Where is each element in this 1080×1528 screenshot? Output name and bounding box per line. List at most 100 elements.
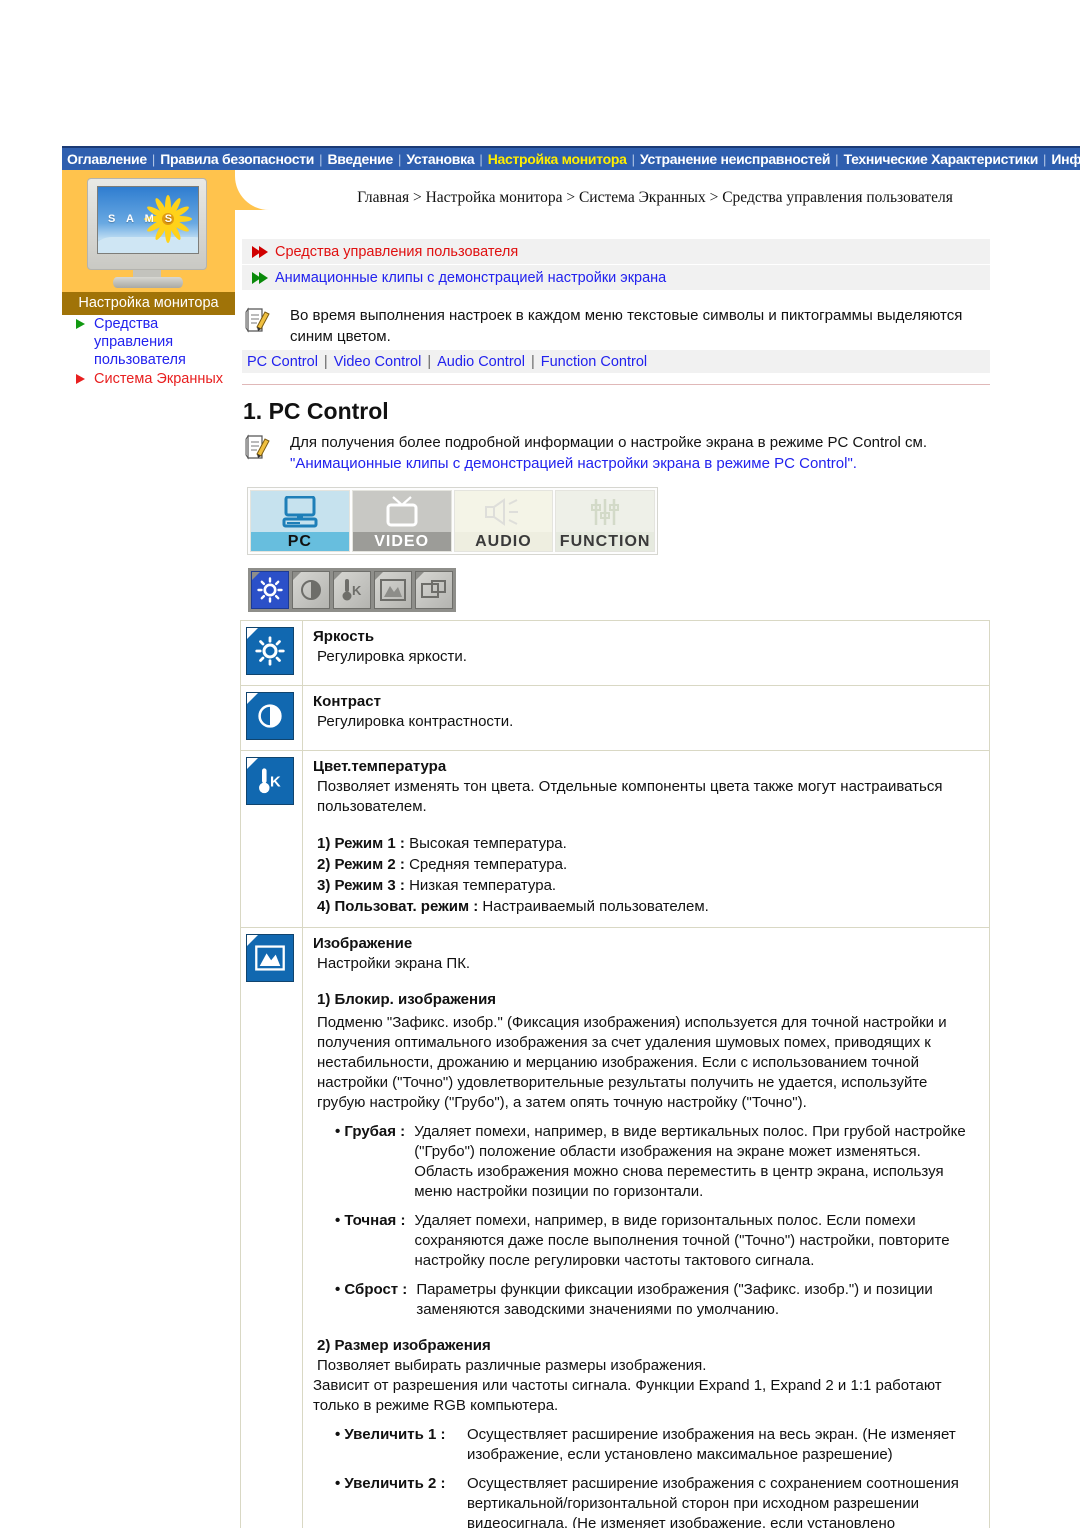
osd-icon-strip[interactable]: K bbox=[248, 568, 456, 612]
color-temp-icon: K bbox=[246, 757, 294, 805]
note-pencil-icon bbox=[244, 434, 270, 462]
nav-separator: | bbox=[397, 151, 402, 167]
row-description: Регулировка яркости. bbox=[317, 648, 467, 665]
top-navigation-bar[interactable]: Оглавление | Правила безопасности | Введ… bbox=[62, 146, 1080, 170]
note-pencil-icon bbox=[244, 307, 270, 335]
sub-section-1-title: 1) Блокир. изображения bbox=[317, 991, 497, 1008]
note-blue-highlight: Во время выполнения настроек в каждом ме… bbox=[244, 305, 992, 347]
bullet-key: • Увеличить 2 : bbox=[335, 1475, 446, 1492]
mode-line-1: 1) Режим 1 : Высокая температура. bbox=[313, 833, 977, 854]
table-row-brightness: Яркость Регулировка яркости. bbox=[241, 621, 989, 686]
nav-separator: | bbox=[151, 151, 156, 167]
nav-item-safety[interactable]: Правила безопасности bbox=[155, 148, 319, 170]
speaker-icon bbox=[455, 491, 553, 532]
nav-item-specifications[interactable]: Технические Характеристики bbox=[839, 148, 1043, 170]
row-text-cell: Контраст Регулировка контрастности. bbox=[303, 686, 989, 750]
bullet-expand-1: • Увеличить 1 : Осуществляет расширение … bbox=[313, 1425, 977, 1465]
nav-separator: | bbox=[479, 151, 483, 167]
svg-text:K: K bbox=[352, 583, 362, 598]
table-row-contrast: Контраст Регулировка контрастности. bbox=[241, 686, 989, 751]
page-title: 1. PC Control bbox=[243, 398, 389, 424]
tab-function[interactable]: FUNCTION bbox=[555, 490, 655, 552]
anchor-animation-clips[interactable]: Анимационные клипы с демонстрацией настр… bbox=[242, 265, 990, 290]
mode-line-3: 3) Режим 3 : Низкая температура. bbox=[313, 875, 977, 896]
bullet-key: • Увеличить 1 : bbox=[335, 1426, 446, 1443]
row-description: Позволяет изменять тон цвета. Отдельные … bbox=[317, 778, 943, 815]
control-links-row[interactable]: PC Control | Video Control | Audio Contr… bbox=[242, 350, 990, 373]
sidebar-item-user-controls[interactable]: Средства управления пользователя bbox=[62, 315, 238, 369]
sub-section-2-line-2: Зависит от разрешения или частоты сигнал… bbox=[313, 1377, 942, 1414]
color-temp-icon[interactable]: K bbox=[333, 571, 371, 609]
tab-pc[interactable]: PC bbox=[250, 490, 350, 552]
image-icon[interactable] bbox=[374, 571, 412, 609]
row-title: Яркость bbox=[313, 628, 375, 645]
nav-item-setup[interactable]: Установка bbox=[401, 148, 479, 170]
double-arrow-right-icon bbox=[252, 271, 268, 284]
bullet-key: • Сброст : bbox=[335, 1281, 408, 1298]
row-description: Регулировка контрастности. bbox=[317, 713, 514, 730]
row-text-cell: Цвет.температура Позволяет изменять тон … bbox=[303, 751, 989, 927]
nav-separator: | bbox=[319, 151, 323, 167]
mode-value: Средняя температура. bbox=[409, 856, 568, 873]
row-description: Настройки экрана ПК. bbox=[317, 955, 471, 972]
tab-video[interactable]: VIDEO bbox=[351, 490, 452, 552]
monitor-base bbox=[113, 277, 183, 288]
bullet-fine: • Точная : Удаляет помехи, например, в в… bbox=[313, 1211, 977, 1271]
tab-audio[interactable]: AUDIO bbox=[453, 490, 554, 552]
note-text: Для получения более подробной информации… bbox=[290, 434, 928, 451]
bullet-reset: • Сброст : Параметры функции фиксации из… bbox=[313, 1280, 977, 1320]
nav-item-information[interactable]: Информаци bbox=[1046, 148, 1080, 170]
bullet-value: Осуществляет расширение изображения с со… bbox=[467, 1475, 959, 1528]
tab-video-label: VIDEO bbox=[352, 532, 451, 551]
anchor-link-label[interactable]: Средства управления пользователя bbox=[275, 244, 518, 260]
sub-section-2-title: 2) Размер изображения bbox=[317, 1337, 491, 1354]
nav-item-intro[interactable]: Введение bbox=[323, 148, 398, 170]
note-text: Во время выполнения настроек в каждом ме… bbox=[290, 307, 963, 345]
window-icon[interactable] bbox=[415, 571, 453, 609]
nav-item-troubleshooting[interactable]: Устранение неисправностей bbox=[635, 148, 835, 170]
anchor-user-controls[interactable]: Средства управления пользователя bbox=[242, 239, 990, 264]
mode-line-2: 2) Режим 2 : Средняя температура. bbox=[313, 854, 977, 875]
image-icon bbox=[246, 934, 294, 982]
triangle-right-icon bbox=[76, 374, 85, 384]
nav-separator: | bbox=[631, 151, 635, 167]
table-row-image: Изображение Настройки экрана ПК. 1) Блок… bbox=[241, 928, 989, 1528]
bullet-value: Удаляет помехи, например, в виде горизон… bbox=[414, 1212, 950, 1269]
note-link[interactable]: "Анимационные клипы с демонстрацией наст… bbox=[290, 455, 857, 472]
contrast-icon[interactable] bbox=[292, 571, 330, 609]
osd-mode-tabs[interactable]: PC VIDEO AUDIO FUNCTION bbox=[247, 487, 658, 555]
tab-pc-label: PC bbox=[251, 532, 349, 551]
tab-function-label: FUNCTION bbox=[556, 532, 654, 551]
link-function-control[interactable]: Function Control bbox=[541, 354, 647, 370]
tab-audio-label: AUDIO bbox=[454, 532, 553, 551]
row-text-cell: Яркость Регулировка яркости. bbox=[303, 621, 989, 685]
nav-item-monitor-settings[interactable]: Настройка монитора bbox=[483, 148, 632, 170]
link-audio-control[interactable]: Audio Control bbox=[437, 354, 525, 370]
brightness-icon bbox=[246, 627, 294, 675]
mode-key: 1) Режим 1 : bbox=[317, 835, 405, 852]
table-row-color-temperature: K Цвет.температура Позволяет изменять то… bbox=[241, 751, 989, 928]
link-separator: | bbox=[530, 353, 535, 370]
link-pc-control[interactable]: PC Control bbox=[247, 354, 318, 370]
row-icon-cell: K bbox=[241, 751, 303, 927]
monitor-icon bbox=[251, 491, 349, 532]
mode-value: Настраиваемый пользователем. bbox=[482, 898, 709, 915]
note-pc-control-info: Для получения более подробной информации… bbox=[244, 432, 992, 474]
brand-text: S A M S bbox=[108, 213, 177, 225]
sub-section-2-line-1: Позволяет выбирать различные размеры изо… bbox=[317, 1357, 707, 1374]
bullet-key: • Грубая : bbox=[335, 1123, 406, 1140]
triangle-right-icon bbox=[76, 319, 85, 329]
mode-line-4: 4) Пользоват. режим : Настраиваемый поль… bbox=[313, 896, 977, 917]
mode-key: 2) Режим 2 : bbox=[317, 856, 405, 873]
brightness-icon[interactable] bbox=[251, 571, 289, 609]
row-icon-cell bbox=[241, 686, 303, 750]
sidebar-item-osd-system[interactable]: Система Экранных bbox=[62, 370, 238, 388]
nav-item-contents[interactable]: Оглавление bbox=[62, 148, 152, 170]
anchor-link-label[interactable]: Анимационные клипы с демонстрацией настр… bbox=[275, 270, 666, 286]
sidebar-item-label: Средства управления пользователя bbox=[94, 316, 186, 368]
row-title: Изображение bbox=[313, 935, 413, 952]
row-title: Контраст bbox=[313, 693, 381, 710]
link-video-control[interactable]: Video Control bbox=[334, 354, 422, 370]
